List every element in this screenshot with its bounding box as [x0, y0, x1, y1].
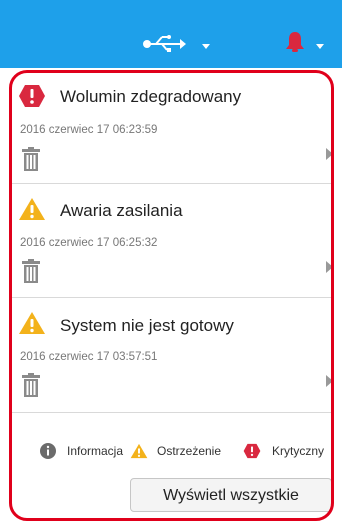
legend-info-label: Informacja: [67, 444, 124, 458]
event-timestamp: 2016 czerwiec 17 03:57:51: [20, 351, 158, 363]
severity-legend: Informacja Ostrzeżenie Krytyczny: [40, 441, 340, 461]
usb-icon[interactable]: [142, 35, 186, 53]
event-timestamp: 2016 czerwiec 17 06:23:59: [20, 124, 158, 136]
chevron-right-icon[interactable]: [326, 261, 333, 273]
critical-icon: [19, 85, 45, 107]
event-timestamp: 2016 czerwiec 17 06:25:32: [20, 237, 158, 249]
top-bar: [0, 0, 342, 68]
trash-icon[interactable]: [22, 259, 40, 283]
separator: [10, 297, 333, 298]
event-item[interactable]: System nie jest gotowy 2016 czerwiec 17 …: [10, 306, 333, 410]
event-item[interactable]: Wolumin zdegradowany 2016 czerwiec 17 06…: [10, 79, 333, 183]
bell-dropdown-caret[interactable]: [316, 44, 324, 49]
critical-icon: [243, 443, 261, 459]
chevron-right-icon[interactable]: [326, 375, 333, 387]
chevron-right-icon[interactable]: [326, 148, 333, 160]
event-title: Wolumin zdegradowany: [60, 87, 242, 106]
legend-warning-label: Ostrzeżenie: [157, 444, 222, 458]
info-icon: [40, 443, 56, 459]
event-item[interactable]: Awaria zasilania 2016 czerwiec 17 06:25:…: [10, 192, 333, 296]
bell-icon[interactable]: [285, 31, 305, 53]
warning-icon: [19, 312, 45, 334]
trash-icon[interactable]: [22, 147, 40, 171]
warning-icon: [130, 443, 148, 459]
warning-icon: [19, 198, 45, 220]
separator: [10, 412, 333, 413]
usb-dropdown-caret[interactable]: [202, 44, 210, 49]
event-title: Awaria zasilania: [60, 201, 183, 220]
separator: [10, 183, 333, 184]
event-title: System nie jest gotowy: [60, 316, 234, 335]
trash-icon[interactable]: [22, 373, 40, 397]
view-all-button[interactable]: Wyświetl wszystkie: [130, 478, 332, 512]
legend-critical-label: Krytyczny: [272, 444, 325, 458]
